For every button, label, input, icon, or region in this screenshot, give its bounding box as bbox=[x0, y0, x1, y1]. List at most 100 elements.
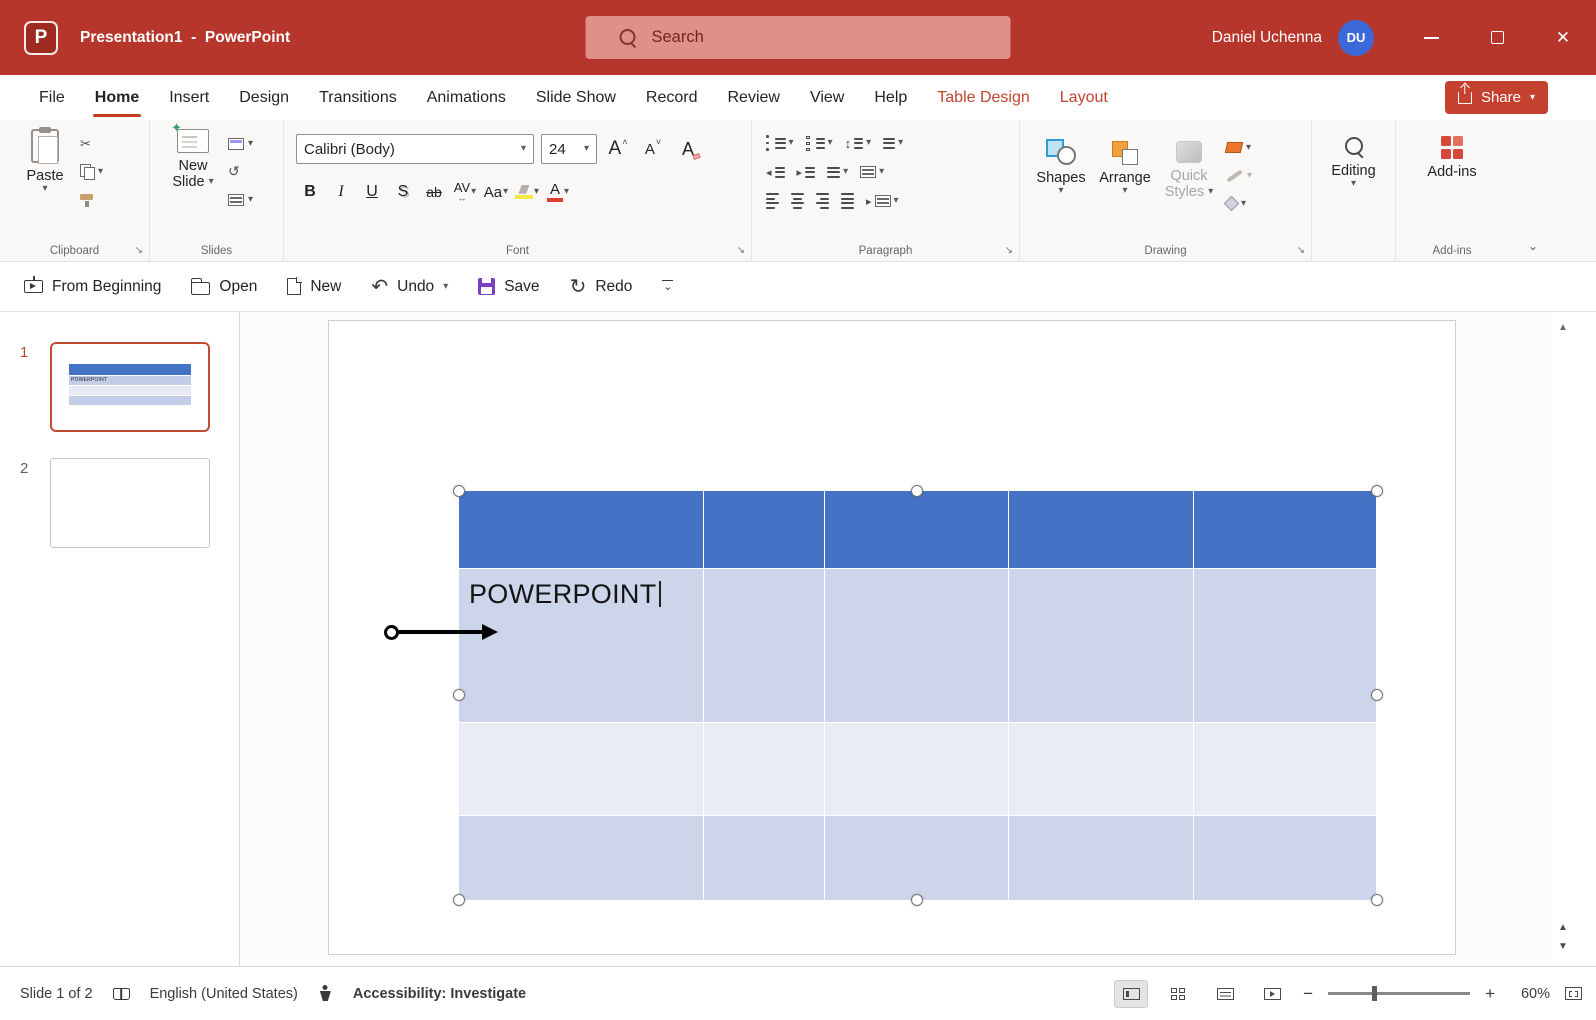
zoom-slider-handle[interactable] bbox=[1372, 986, 1377, 1001]
tab-home[interactable]: Home bbox=[80, 75, 154, 120]
text-direction-button[interactable]: ▾ bbox=[883, 133, 903, 153]
text-shadow-button[interactable]: S bbox=[389, 177, 417, 207]
tab-review[interactable]: Review bbox=[713, 75, 795, 120]
copy-button[interactable]: ▾ bbox=[76, 160, 107, 183]
selection-handle[interactable] bbox=[911, 894, 923, 906]
selection-handle[interactable] bbox=[1371, 485, 1383, 497]
thumbnail-item-1[interactable]: 1 POWERPOINT bbox=[0, 342, 240, 432]
selection-handle[interactable] bbox=[1371, 894, 1383, 906]
highlight-color-button[interactable]: ▾ bbox=[513, 177, 541, 207]
fit-slide-to-window-button[interactable] bbox=[1565, 987, 1582, 1000]
tab-insert[interactable]: Insert bbox=[154, 75, 224, 120]
table-cell[interactable] bbox=[1194, 491, 1376, 568]
strikethrough-button[interactable]: ab bbox=[420, 177, 448, 207]
save-button[interactable]: Save bbox=[478, 278, 539, 296]
open-button[interactable]: Open bbox=[191, 278, 257, 296]
undo-button[interactable]: ↶ Undo ▾ bbox=[371, 277, 448, 297]
addins-button[interactable]: Add-ins bbox=[1396, 120, 1508, 180]
shapes-button[interactable]: Shapes ▾ bbox=[1030, 130, 1092, 215]
table-cell[interactable] bbox=[704, 569, 824, 722]
language-indicator[interactable]: English (United States) bbox=[150, 986, 298, 1002]
tab-slide-show[interactable]: Slide Show bbox=[521, 75, 631, 120]
font-color-button[interactable]: A ▾ bbox=[544, 177, 572, 207]
table-cell[interactable] bbox=[1009, 816, 1193, 900]
table-cell[interactable] bbox=[1194, 569, 1376, 722]
align-center-button[interactable] bbox=[791, 191, 804, 211]
cut-button[interactable]: ✂ bbox=[76, 132, 107, 155]
slide-table[interactable]: POWERPOINT bbox=[459, 491, 1377, 900]
arrow-shape-head[interactable] bbox=[482, 624, 498, 640]
paste-button[interactable]: Paste ▾ bbox=[14, 120, 76, 211]
quick-styles-button[interactable]: Quick Styles▾ bbox=[1158, 130, 1220, 215]
normal-view-button[interactable] bbox=[1115, 981, 1147, 1007]
underline-button[interactable]: U bbox=[358, 177, 386, 207]
table-cell[interactable] bbox=[825, 569, 1008, 722]
table-cell[interactable] bbox=[704, 491, 824, 568]
section-button[interactable]: ▾ bbox=[224, 188, 257, 211]
customize-qat-button[interactable]: ⌄ bbox=[662, 280, 673, 294]
selection-handle[interactable] bbox=[1371, 689, 1383, 701]
selection-handle[interactable] bbox=[453, 689, 465, 701]
align-right-button[interactable] bbox=[816, 191, 829, 211]
line-spacing-button[interactable]: ↕ ▾ bbox=[845, 133, 872, 153]
tab-design[interactable]: Design bbox=[224, 75, 304, 120]
previous-slide-button[interactable]: ▲ bbox=[1558, 922, 1568, 933]
slide[interactable]: POWERPOINT bbox=[328, 320, 1456, 955]
proofing-icon[interactable] bbox=[113, 988, 130, 1000]
table-cell[interactable] bbox=[459, 491, 703, 568]
new-slide-button[interactable]: New Slide▾ bbox=[162, 120, 224, 211]
undo-dropdown-icon[interactable]: ▾ bbox=[443, 282, 448, 292]
zoom-slider[interactable] bbox=[1328, 992, 1470, 995]
from-beginning-button[interactable]: From Beginning bbox=[24, 278, 161, 296]
share-button[interactable]: Share ▾ bbox=[1445, 81, 1548, 114]
reset-slide-button[interactable]: ↺ bbox=[224, 160, 257, 183]
font-size-combo[interactable]: 24 ▾ bbox=[541, 134, 597, 164]
collapse-ribbon-button[interactable]: ⌄ bbox=[1528, 239, 1538, 253]
selection-handle[interactable] bbox=[453, 894, 465, 906]
decrease-font-size-button[interactable]: A˅ bbox=[639, 134, 667, 164]
thumbnail-1-preview[interactable]: POWERPOINT bbox=[50, 342, 210, 432]
align-left-button[interactable] bbox=[766, 191, 779, 211]
tab-layout[interactable]: Layout bbox=[1045, 75, 1123, 120]
redo-button[interactable]: ↻ Redo bbox=[570, 277, 633, 297]
table-cell[interactable] bbox=[459, 723, 703, 815]
reading-view-button[interactable] bbox=[1209, 981, 1241, 1007]
drawing-dialog-launcher[interactable]: ↘ bbox=[1297, 246, 1305, 256]
search-input[interactable] bbox=[652, 28, 952, 47]
zoom-level[interactable]: 60% bbox=[1510, 986, 1550, 1002]
slide-sorter-view-button[interactable] bbox=[1162, 981, 1194, 1007]
arrow-shape-tail-circle[interactable] bbox=[384, 625, 399, 640]
font-dialog-launcher[interactable]: ↘ bbox=[737, 246, 745, 256]
avatar[interactable]: DU bbox=[1338, 20, 1374, 56]
change-case-button[interactable]: Aa ▾ bbox=[482, 177, 510, 207]
new-button[interactable]: New bbox=[287, 278, 341, 296]
italic-button[interactable]: I bbox=[327, 177, 355, 207]
character-spacing-button[interactable]: AV↔ ▾ bbox=[451, 177, 479, 207]
table-cell[interactable] bbox=[1194, 816, 1376, 900]
arrow-shape-line[interactable] bbox=[398, 630, 484, 634]
vertical-scrollbar[interactable]: ▲ ▲ ▼ bbox=[1552, 312, 1574, 966]
tab-file[interactable]: File bbox=[24, 75, 80, 120]
clipboard-dialog-launcher[interactable]: ↘ bbox=[135, 246, 143, 256]
increase-indent-button[interactable]: ▸ bbox=[797, 162, 816, 182]
table-cell[interactable] bbox=[1009, 491, 1193, 568]
arrange-button[interactable]: Arrange ▾ bbox=[1094, 130, 1156, 215]
font-name-combo[interactable]: Calibri (Body) ▾ bbox=[296, 134, 534, 164]
table-cell[interactable] bbox=[825, 723, 1008, 815]
tab-animations[interactable]: Animations bbox=[412, 75, 521, 120]
tab-transitions[interactable]: Transitions bbox=[304, 75, 412, 120]
thumbnail-2-preview[interactable] bbox=[50, 458, 210, 548]
slide-show-button[interactable] bbox=[1256, 981, 1288, 1007]
shape-fill-button[interactable]: ▾ bbox=[1222, 136, 1256, 159]
tab-table-design[interactable]: Table Design bbox=[922, 75, 1045, 120]
accessibility-status[interactable]: Accessibility: Investigate bbox=[353, 986, 526, 1002]
increase-font-size-button[interactable]: A˄ bbox=[604, 134, 632, 164]
search-box[interactable] bbox=[586, 16, 1011, 59]
bold-button[interactable]: B bbox=[296, 177, 324, 207]
selection-handle[interactable] bbox=[911, 485, 923, 497]
shape-effects-button[interactable]: ▾ bbox=[1222, 192, 1256, 215]
table-cell[interactable] bbox=[704, 723, 824, 815]
bullets-button[interactable]: ▾ bbox=[766, 133, 794, 153]
numbering-button[interactable]: ▾ bbox=[806, 133, 833, 153]
table-cell[interactable] bbox=[825, 816, 1008, 900]
